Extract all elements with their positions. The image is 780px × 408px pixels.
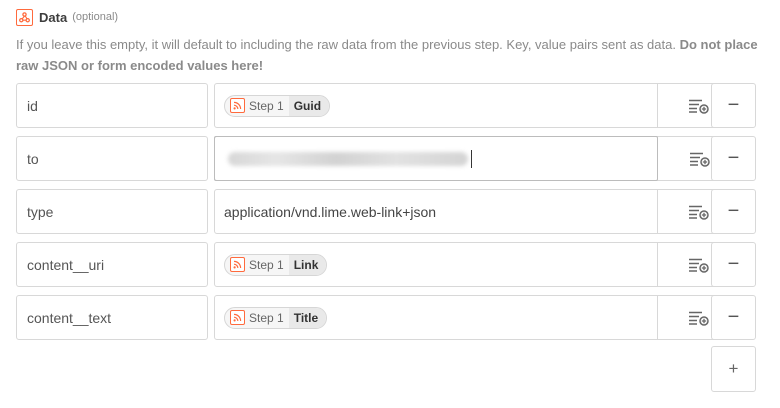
key-input[interactable]: type (16, 189, 208, 234)
redacted-value (228, 151, 468, 166)
field-pill[interactable]: Step 1 Guid (224, 94, 331, 117)
value-input[interactable]: Step 1 Link (215, 243, 657, 286)
key-input[interactable]: to (16, 136, 208, 181)
pill-step-label: Step 1 (249, 257, 284, 272)
insert-field-icon (688, 258, 709, 273)
optional-label: (optional) (72, 11, 119, 23)
key-value-row: content__uri Step 1 Link − (16, 242, 756, 287)
value-field[interactable]: Step 1 Title (214, 295, 742, 340)
rss-icon (230, 257, 245, 272)
insert-field-icon (688, 311, 709, 326)
value-field[interactable]: Step 1 Guid (214, 83, 742, 128)
remove-row-button[interactable]: − (711, 295, 756, 340)
key-value-row: content__text Step 1 Title − (16, 295, 756, 340)
key-input[interactable]: content__text (16, 295, 208, 340)
key-value-row: id Step 1 Guid − (16, 83, 756, 128)
pill-field-label: Link (288, 254, 327, 275)
key-input[interactable]: content__uri (16, 242, 208, 287)
value-field[interactable]: application/vnd.lime.web-link+json (214, 189, 742, 234)
value-field[interactable]: Step 1 Link (214, 242, 742, 287)
rss-icon (230, 98, 245, 113)
field-pill[interactable]: Step 1 Title (224, 306, 328, 329)
pill-field-label: Guid (288, 95, 330, 116)
remove-row-button[interactable]: − (711, 136, 756, 181)
value-input[interactable] (214, 136, 658, 181)
insert-field-icon (688, 99, 709, 114)
pill-step-label: Step 1 (249, 310, 284, 325)
add-row-button[interactable]: + (711, 346, 756, 392)
insert-field-icon (689, 152, 710, 167)
help-text-normal: If you leave this empty, it will default… (16, 37, 676, 52)
value-input[interactable]: Step 1 Guid (215, 84, 657, 127)
help-text: If you leave this empty, it will default… (16, 34, 766, 76)
text-cursor (471, 149, 472, 168)
key-value-row: to − (16, 136, 756, 181)
key-value-row: type application/vnd.lime.web-link+json … (16, 189, 756, 234)
value-field[interactable] (214, 136, 742, 181)
section-title: Data (39, 9, 68, 25)
remove-row-button[interactable]: − (711, 83, 756, 128)
value-input[interactable]: application/vnd.lime.web-link+json (215, 190, 657, 233)
remove-row-button[interactable]: − (711, 189, 756, 234)
remove-row-button[interactable]: − (711, 242, 756, 287)
webhook-icon (16, 8, 33, 26)
value-input[interactable]: Step 1 Title (215, 296, 657, 339)
data-section-header: Data (optional) (16, 7, 118, 27)
pill-field-label: Title (288, 307, 327, 328)
rss-icon (230, 310, 245, 325)
key-input[interactable]: id (16, 83, 208, 128)
field-pill[interactable]: Step 1 Link (224, 253, 328, 276)
pill-step-label: Step 1 (249, 98, 284, 113)
insert-field-icon (688, 205, 709, 220)
